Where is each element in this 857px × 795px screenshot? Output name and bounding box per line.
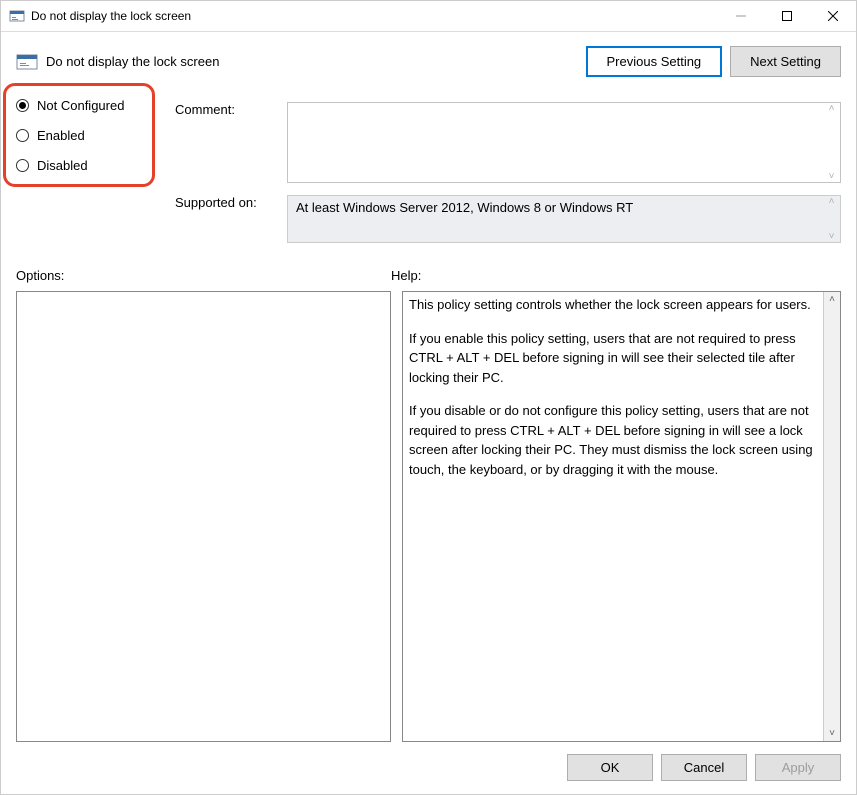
chevron-up-icon: ˄ xyxy=(829,196,835,207)
dialog-footer: OK Cancel Apply xyxy=(16,754,841,781)
policy-icon xyxy=(9,8,25,24)
radio-label: Disabled xyxy=(37,158,88,173)
help-label: Help: xyxy=(391,268,421,283)
supported-on-label: Supported on: xyxy=(175,183,283,243)
title-bar: Do not display the lock screen xyxy=(1,1,856,32)
minimize-button[interactable] xyxy=(718,1,764,31)
scrollbar[interactable]: ˄˅ xyxy=(823,292,840,741)
chevron-down-icon: ˅ xyxy=(829,726,835,741)
options-label: Options: xyxy=(16,268,391,283)
ok-button[interactable]: OK xyxy=(567,754,653,781)
scrollbar[interactable]: ˄˅ xyxy=(823,103,840,182)
radio-button-icon xyxy=(16,99,29,112)
apply-button[interactable]: Apply xyxy=(755,754,841,781)
next-setting-button[interactable]: Next Setting xyxy=(730,46,841,77)
radio-label: Enabled xyxy=(37,128,85,143)
maximize-button[interactable] xyxy=(764,1,810,31)
header-row: Do not display the lock screen Previous … xyxy=(16,46,841,77)
comment-input[interactable]: ˄˅ xyxy=(287,102,841,183)
radio-button-icon xyxy=(16,159,29,172)
policy-icon xyxy=(16,51,38,73)
previous-setting-button[interactable]: Previous Setting xyxy=(586,46,723,77)
supported-on-text: At least Windows Server 2012, Windows 8 … xyxy=(296,200,633,215)
state-radio-group: Not Configured Enabled Disabled xyxy=(16,90,171,243)
chevron-down-icon: ˅ xyxy=(829,171,835,182)
cancel-button[interactable]: Cancel xyxy=(661,754,747,781)
help-text: This policy setting controls whether the… xyxy=(409,295,822,315)
options-panel xyxy=(16,291,391,742)
radio-enabled[interactable]: Enabled xyxy=(16,120,171,150)
window-controls xyxy=(718,1,856,31)
close-button[interactable] xyxy=(810,1,856,31)
panels: This policy setting controls whether the… xyxy=(16,291,841,742)
help-text: If you disable or do not configure this … xyxy=(409,401,822,479)
policy-dialog-window: Do not display the lock screen Do not di… xyxy=(0,0,857,795)
chevron-down-icon: ˅ xyxy=(829,231,835,242)
dialog-content: Do not display the lock screen Previous … xyxy=(1,32,856,794)
chevron-up-icon: ˄ xyxy=(829,292,835,307)
radio-label: Not Configured xyxy=(37,98,124,113)
settings-grid: Not Configured Enabled Disabled Comment:… xyxy=(16,102,841,243)
window-title: Do not display the lock screen xyxy=(31,9,191,23)
comment-label: Comment: xyxy=(175,102,283,183)
section-labels: Options: Help: xyxy=(16,268,841,283)
radio-button-icon xyxy=(16,129,29,142)
help-panel: This policy setting controls whether the… xyxy=(402,291,841,742)
policy-title: Do not display the lock screen xyxy=(46,54,219,69)
supported-on-box: At least Windows Server 2012, Windows 8 … xyxy=(287,195,841,243)
radio-not-configured[interactable]: Not Configured xyxy=(16,90,171,120)
radio-disabled[interactable]: Disabled xyxy=(16,150,171,180)
help-text: If you enable this policy setting, users… xyxy=(409,329,822,388)
chevron-up-icon: ˄ xyxy=(829,103,835,114)
scrollbar[interactable]: ˄˅ xyxy=(823,196,840,242)
